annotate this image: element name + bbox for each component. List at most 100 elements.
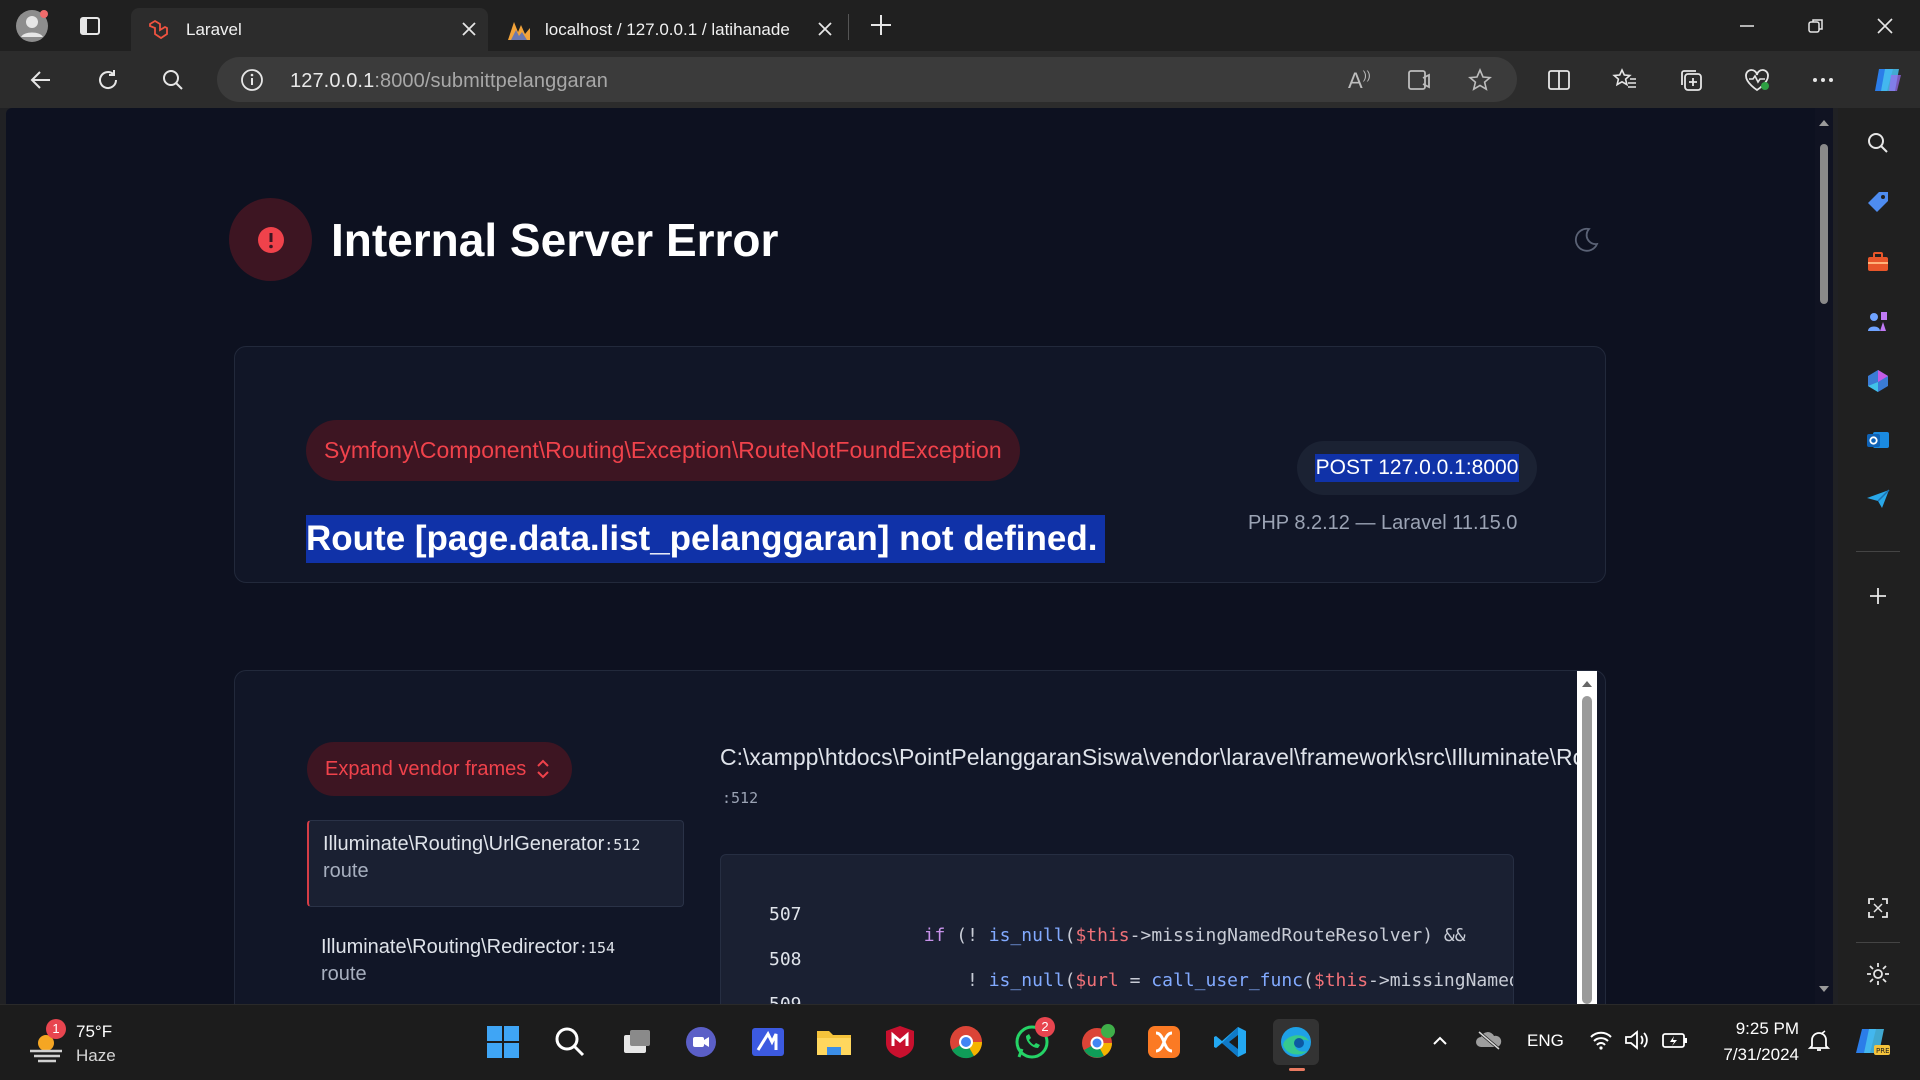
sidebar-divider [1856,942,1900,943]
immersive-reader-icon[interactable] [1407,68,1433,92]
split-screen-icon[interactable] [1543,64,1575,96]
error-icon [229,198,312,281]
reload-button[interactable] [92,64,124,96]
page-scrollbar[interactable] [1815,108,1833,1004]
wifi-icon[interactable] [1589,1029,1613,1051]
page-title: Internal Server Error [331,214,779,266]
sidebar-search-icon[interactable] [1861,126,1895,160]
windows-taskbar: 1 75°F Haze 2 ENG 9:25 PM 7/31/2024 PRE [0,1004,1920,1080]
whatsapp-icon[interactable]: 2 [1009,1017,1055,1065]
frame-line: :512 [604,836,641,854]
sidebar-settings-icon[interactable] [1861,957,1895,991]
url-path: :8000/submittpelanggaran [374,70,608,92]
read-aloud-label: A [1348,68,1363,93]
back-button[interactable] [25,64,57,96]
vscode-icon[interactable] [1207,1019,1253,1065]
copilot-taskbar-icon[interactable]: PRE [1852,1021,1892,1061]
tools-briefcase-icon[interactable] [1861,245,1895,279]
send-icon[interactable] [1861,482,1895,516]
xampp-icon[interactable] [1141,1019,1187,1065]
new-tab-button[interactable] [866,10,896,40]
weather-desc: Haze [76,1046,116,1065]
browser-essentials-icon[interactable] [1741,64,1773,96]
close-window-button[interactable] [1873,14,1897,38]
exception-class-text: Symfony\Component\Routing\Exception\Rout… [324,437,1002,463]
show-hidden-icons-chevron-icon[interactable] [1430,1031,1450,1051]
screenshot-icon[interactable] [1861,891,1895,925]
code-line: 509 return $url; [721,973,802,1004]
code-line: 508 ! is_null($url = call_user_func($thi… [769,949,1513,991]
browser-toolbar: 127.0.0.1:8000/submittpelanggaran A)) [0,51,1920,108]
start-button[interactable] [480,1019,526,1065]
svg-text:PRE: PRE [1876,1047,1890,1055]
url-text[interactable]: 127.0.0.1:8000/submittpelanggaran [290,70,608,93]
read-aloud-icon[interactable]: A)) [1348,68,1371,94]
mcafee-icon[interactable] [877,1019,923,1065]
file-explorer-icon[interactable] [811,1019,857,1065]
sidebar-divider [1856,551,1900,552]
version-info: PHP 8.2.12 — Laravel 11.15.0 [1248,512,1518,534]
minimize-button[interactable] [1735,14,1759,38]
favorites-icon[interactable] [1609,64,1641,96]
battery-icon[interactable] [1661,1029,1689,1051]
phpmyadmin-favicon-icon [506,18,532,42]
clock-time: 9:25 PM [1735,1019,1799,1038]
edge-sidebar [1838,108,1920,1004]
games-icon[interactable] [1861,304,1895,338]
visual-studio-icon[interactable] [745,1019,791,1065]
chrome-profile-icon[interactable] [1075,1019,1121,1065]
notification-bell-icon[interactable] [1807,1029,1831,1053]
shopping-tag-icon[interactable] [1861,185,1895,219]
laravel-favicon-icon [147,19,169,41]
volume-icon[interactable] [1624,1029,1650,1051]
clock[interactable]: 9:25 PM 7/31/2024 [1707,1019,1799,1069]
exception-message: Route [page.data.list_pelanggaran] not d… [306,515,1106,563]
search-icon[interactable] [157,64,189,96]
add-sidebar-app-icon[interactable] [1861,579,1895,613]
request-badge: POST 127.0.0.1:8000 [1297,441,1537,495]
tab-title: Laravel [186,20,242,39]
expand-vendor-frames-button[interactable]: Expand vendor frames [307,742,573,796]
close-tab-icon[interactable] [816,20,834,38]
more-menu-icon[interactable] [1807,64,1839,96]
tab-actions-icon[interactable] [78,14,102,38]
request-text: POST 127.0.0.1:8000 [1314,454,1520,482]
task-view-icon[interactable] [614,1019,660,1065]
favorite-star-icon[interactable] [1467,67,1493,93]
chevron-up-down-icon [537,759,549,779]
whatsapp-badge: 2 [1035,1017,1055,1037]
language-indicator[interactable]: ENG [1527,1031,1564,1051]
file-line-number: :512 [722,789,759,807]
exception-class-badge[interactable]: Symfony\Component\Routing\Exception\Rout… [306,420,1020,481]
collections-icon[interactable] [1675,64,1707,96]
tab-laravel[interactable]: Laravel [131,8,488,51]
edge-icon[interactable] [1273,1019,1319,1071]
site-info-icon[interactable] [240,68,264,92]
weather-widget[interactable]: 1 75°F Haze [24,1019,134,1069]
stack-frame[interactable]: Illuminate\Routing\UrlGenerator:512 rout… [307,820,684,907]
code-scrollbar[interactable] [1577,671,1597,1004]
teams-chat-icon[interactable] [678,1019,724,1065]
profile-avatar[interactable] [14,8,50,44]
clock-date: 7/31/2024 [1723,1045,1799,1064]
close-tab-icon[interactable] [460,20,478,38]
onedrive-offline-icon[interactable] [1475,1029,1503,1051]
tab-divider [848,14,849,40]
restore-button[interactable] [1804,14,1828,38]
line-number: 507 [769,904,802,925]
tab-phpmyadmin[interactable]: localhost / 127.0.0.1 / latihanade [492,8,844,51]
file-path: C:\xampp\htdocs\PointPelanggaranSiswa\ve… [720,744,1582,770]
taskbar-search-icon[interactable] [547,1019,593,1065]
dark-mode-toggle-icon[interactable] [1570,225,1600,255]
chrome-icon[interactable] [943,1019,989,1065]
frame-function: route [321,963,367,985]
address-bar[interactable]: 127.0.0.1:8000/submittpelanggaran A)) [217,57,1517,102]
stack-frame[interactable]: Illuminate\Routing\Redirector:154 route [307,936,684,1004]
expand-vendor-label: Expand vendor frames [325,757,527,780]
frame-line: :154 [578,939,616,957]
outlook-icon[interactable] [1861,423,1895,457]
code-snippet: 507 if (! is_null($this->missingNamedRou… [720,854,1514,1004]
microsoft-365-icon[interactable] [1861,364,1895,398]
copilot-icon[interactable] [1869,61,1907,99]
line-number: 508 [769,949,802,970]
